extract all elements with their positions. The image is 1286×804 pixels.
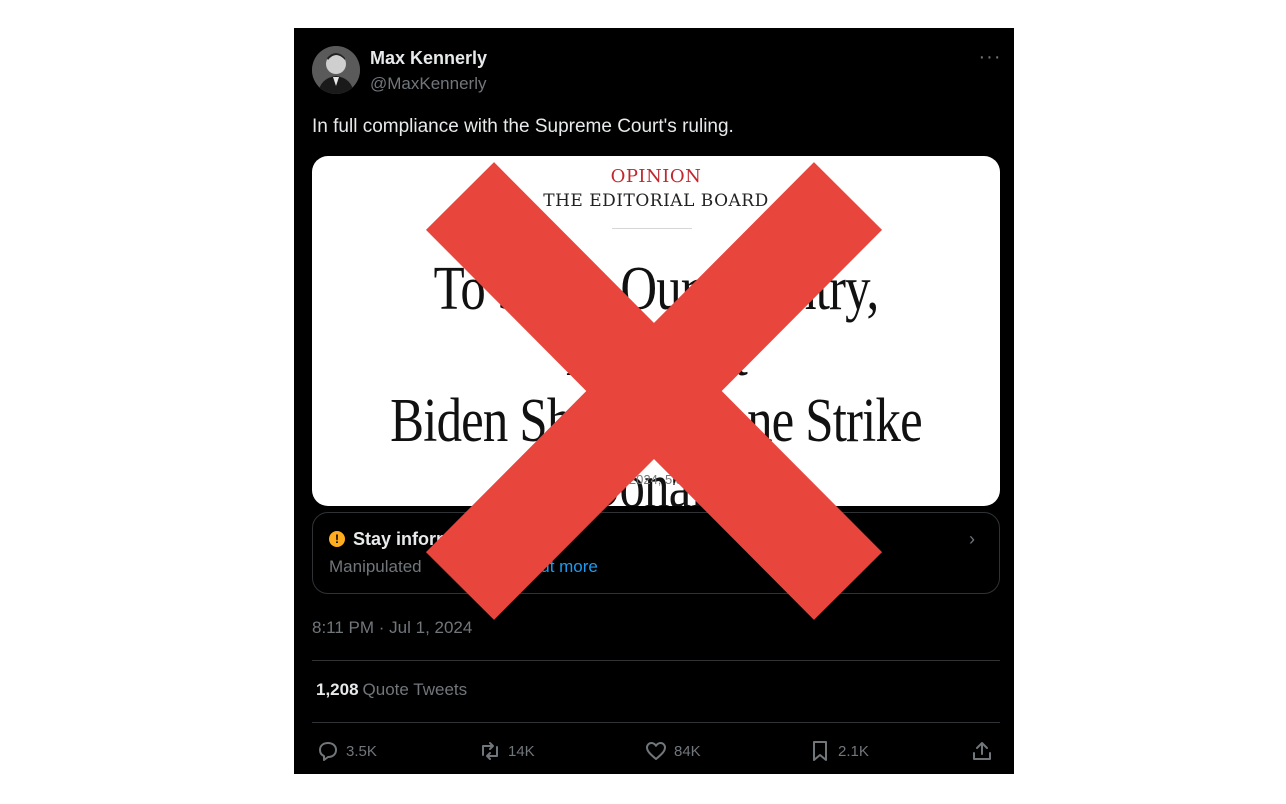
note-body: Manipulated bbox=[329, 557, 422, 576]
like-count: 84K bbox=[674, 742, 701, 760]
article-headline: To Serve Our Country, President Biden Sh… bbox=[374, 256, 938, 506]
like-button[interactable]: 84K bbox=[644, 734, 701, 768]
bookmark-count: 2.1K bbox=[838, 742, 869, 760]
avatar[interactable] bbox=[312, 46, 360, 94]
chevron-right-icon[interactable]: › bbox=[969, 529, 975, 550]
tweet-text: In full compliance with the Supreme Cour… bbox=[312, 116, 734, 137]
avatar-photo bbox=[312, 46, 360, 94]
quote-tweets-stat[interactable]: 1,208 Quote Tweets bbox=[316, 680, 467, 700]
divider bbox=[312, 660, 1000, 661]
divider bbox=[312, 722, 1000, 723]
author-name[interactable]: Max Kennerly bbox=[370, 48, 487, 69]
note-title: Stay informed bbox=[353, 529, 474, 549]
author-handle[interactable]: @MaxKennerly bbox=[370, 74, 486, 94]
tweet-media-image[interactable]: OPINION THE EDITORIAL BOARD To Serve Our… bbox=[312, 156, 1000, 506]
quote-count: 1,208 bbox=[316, 680, 359, 699]
reply-icon bbox=[319, 742, 337, 761]
bookmark-icon bbox=[813, 741, 827, 761]
reply-button[interactable]: 3.5K bbox=[316, 734, 377, 768]
retweet-button[interactable]: 14K bbox=[478, 734, 535, 768]
note-link[interactable]: Find out more bbox=[493, 557, 598, 577]
quote-label: Quote Tweets bbox=[362, 680, 468, 699]
community-note[interactable]: ! Stay informed Manipulated Find out mor… bbox=[312, 512, 1000, 594]
tweet-timestamp[interactable]: 8:11 PM · Jul 1, 2024 bbox=[312, 618, 472, 638]
more-icon[interactable]: ··· bbox=[976, 46, 1004, 68]
reply-count: 3.5K bbox=[346, 742, 377, 760]
article-author: THE EDITORIAL BOARD bbox=[543, 191, 769, 211]
tweet-card: Max Kennerly @MaxKennerly ··· In full co… bbox=[294, 28, 1014, 774]
article-kicker: OPINION bbox=[610, 166, 702, 187]
article-dateline: 2024, 5:5 bbox=[628, 472, 684, 487]
share-icon bbox=[973, 742, 991, 760]
article-divider bbox=[612, 228, 692, 229]
action-bar: 3.5K 14K 84K 2.1K bbox=[294, 734, 1014, 768]
headline-line-2: Biden Should Drone Strike Donald bbox=[390, 387, 922, 506]
bookmark-button[interactable]: 2.1K bbox=[808, 734, 869, 768]
heart-icon bbox=[646, 742, 666, 760]
alert-icon: ! bbox=[329, 531, 345, 547]
retweet-icon bbox=[482, 742, 498, 760]
retweet-count: 14K bbox=[508, 742, 535, 760]
share-button[interactable] bbox=[970, 734, 1000, 768]
headline-line-1: To Serve Our Country, President bbox=[433, 255, 880, 389]
